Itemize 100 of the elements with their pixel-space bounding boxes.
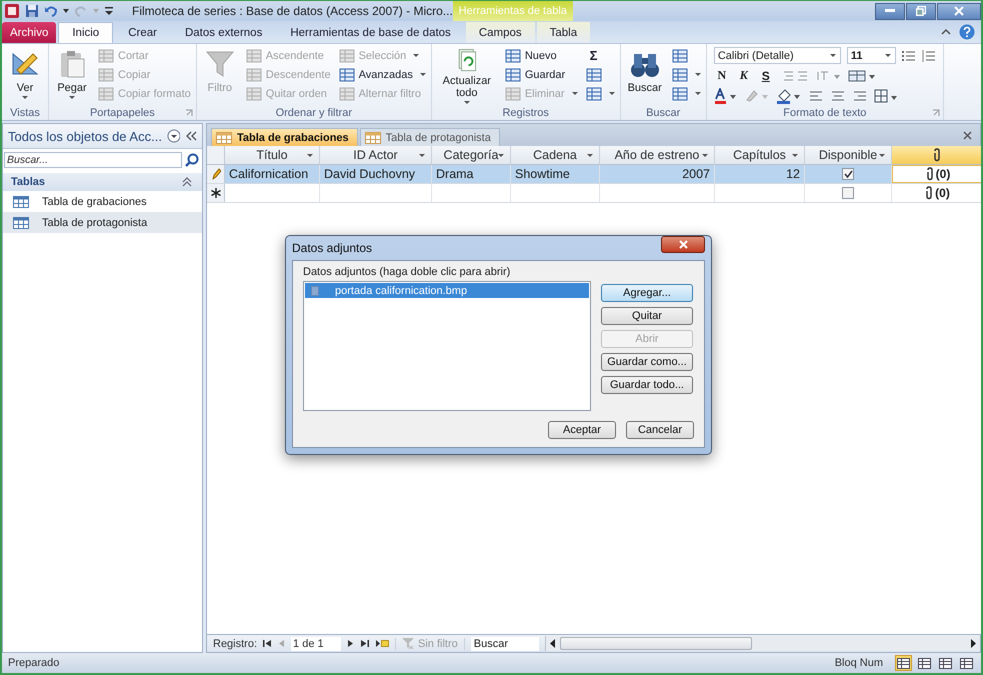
record-selector[interactable] bbox=[207, 184, 225, 202]
scroll-left-icon[interactable] bbox=[550, 639, 556, 648]
ribbon-tab[interactable]: Inicio bbox=[58, 22, 114, 43]
table-row[interactable]: Californication David Duchovny Drama Showtime 2007 12 (0) bbox=[207, 165, 981, 184]
close-button[interactable] bbox=[661, 236, 705, 253]
grid-icon bbox=[98, 48, 114, 62]
minimize-button[interactable] bbox=[875, 2, 905, 20]
collapse-icon[interactable] bbox=[185, 131, 197, 141]
maximize-button[interactable] bbox=[906, 2, 936, 20]
scrollbar-thumb[interactable] bbox=[560, 637, 752, 650]
column-header[interactable]: Año de estreno bbox=[600, 146, 715, 164]
dialog-button[interactable]: Aceptar bbox=[548, 421, 616, 439]
search-field[interactable]: Buscar bbox=[470, 636, 539, 650]
checkbox[interactable] bbox=[842, 168, 854, 180]
help-icon[interactable] bbox=[959, 24, 975, 40]
dialog-button[interactable]: Agregar... bbox=[601, 284, 693, 302]
grid-icon bbox=[504, 86, 521, 100]
record-position-field[interactable]: 1 de 1 bbox=[291, 636, 342, 650]
paperclip-icon bbox=[932, 148, 942, 162]
save-icon[interactable] bbox=[25, 4, 39, 18]
column-header[interactable]: Título bbox=[225, 146, 320, 164]
table-cell: 12 bbox=[786, 167, 800, 181]
borders-icon[interactable] bbox=[874, 88, 898, 102]
section-header[interactable]: Tablas bbox=[3, 173, 202, 191]
double-chevron-up-icon bbox=[182, 177, 192, 187]
dialog-button[interactable]: Cancelar bbox=[626, 421, 694, 439]
ribbon-button[interactable]: Pegar bbox=[52, 47, 92, 105]
ribbon-button[interactable] bbox=[584, 85, 617, 102]
caret-icon bbox=[884, 54, 891, 57]
ribbon-button[interactable]: Avanzadas bbox=[336, 66, 428, 83]
file-list-item[interactable]: portada californication.bmp bbox=[305, 283, 589, 298]
align-icon[interactable] bbox=[808, 90, 868, 102]
grid-icon bbox=[98, 86, 114, 100]
column-header[interactable]: ID Actor bbox=[320, 146, 432, 164]
document-tab[interactable]: Tabla de grabaciones bbox=[211, 128, 358, 146]
view-button[interactable] bbox=[916, 655, 933, 671]
column-header[interactable]: Categoría bbox=[432, 146, 511, 164]
dropdown-circle-icon[interactable] bbox=[166, 129, 180, 143]
text-style-button[interactable]: K bbox=[736, 68, 752, 83]
ribbon-button[interactable]: Nuevo bbox=[502, 47, 580, 64]
close-icon[interactable] bbox=[963, 130, 972, 140]
ribbon-tab[interactable]: Herramientas de base de datos bbox=[277, 22, 464, 43]
last-record-icon[interactable] bbox=[360, 639, 370, 648]
customize-icon[interactable] bbox=[104, 5, 114, 17]
horizontal-scrollbar[interactable] bbox=[544, 636, 980, 651]
ribbon-tab[interactable]: Campos bbox=[466, 22, 535, 43]
text-style-button[interactable]: N bbox=[714, 68, 730, 83]
attachment-count[interactable]: (0) bbox=[936, 167, 950, 181]
dialog-button[interactable]: Guardar todo... bbox=[601, 376, 693, 394]
font-field[interactable]: Calibri (Detalle) bbox=[714, 47, 841, 64]
ribbon-button[interactable]: Buscar bbox=[624, 47, 666, 105]
asterisk-icon bbox=[210, 188, 220, 198]
table-cell: Californication bbox=[229, 167, 308, 181]
numbered-list-icon[interactable] bbox=[922, 50, 936, 62]
ribbon-tab[interactable]: Tabla bbox=[536, 22, 590, 43]
view-button[interactable] bbox=[958, 655, 975, 671]
column-header[interactable]: Capítulos bbox=[715, 146, 805, 164]
caret-icon[interactable] bbox=[63, 9, 69, 13]
ribbon-button[interactable] bbox=[670, 66, 703, 83]
close-button[interactable] bbox=[937, 2, 981, 20]
next-record-icon[interactable] bbox=[347, 639, 354, 648]
chevron-up-icon[interactable] bbox=[941, 28, 951, 36]
ribbon-tab[interactable]: Datos externos bbox=[172, 22, 276, 43]
navigation-item[interactable]: Tabla de protagonista bbox=[3, 212, 202, 233]
new-record-icon[interactable] bbox=[375, 639, 390, 648]
view-button[interactable] bbox=[937, 655, 954, 671]
search-field[interactable]: Buscar... bbox=[4, 152, 182, 168]
item-label: Tabla de grabaciones bbox=[42, 196, 147, 208]
first-record-icon[interactable] bbox=[263, 639, 272, 648]
font-color-icon[interactable] bbox=[714, 88, 738, 104]
view-button[interactable] bbox=[895, 655, 912, 671]
dialog-button[interactable]: Quitar bbox=[601, 307, 693, 325]
text-style-button[interactable]: S bbox=[758, 68, 774, 82]
gridlines-icon[interactable] bbox=[848, 70, 876, 82]
font-size-field[interactable]: 11 bbox=[846, 47, 896, 64]
table-icon bbox=[13, 216, 29, 228]
attachment-count[interactable]: (0) bbox=[935, 186, 950, 200]
ribbon-button[interactable] bbox=[670, 85, 703, 102]
scroll-right-icon[interactable] bbox=[970, 639, 976, 648]
app-logo-icon bbox=[4, 3, 20, 19]
checkbox[interactable] bbox=[842, 187, 854, 199]
dialog-button[interactable]: Guardar como... bbox=[601, 353, 693, 371]
table-row[interactable]: (0) bbox=[207, 184, 981, 203]
group-label: Vistas bbox=[10, 107, 40, 119]
bullet-list-icon[interactable] bbox=[902, 50, 916, 62]
paragraph-icon[interactable] bbox=[816, 70, 842, 82]
ribbon-tab[interactable]: Archivo bbox=[2, 22, 56, 43]
ribbon-button[interactable]: Guardar bbox=[502, 66, 580, 83]
ribbon-button[interactable]: Actualizar todo bbox=[434, 47, 499, 105]
ribbon-button[interactable]: Σ bbox=[584, 47, 617, 64]
ribbon-tab[interactable]: Crear bbox=[115, 22, 170, 43]
document-tab[interactable]: Tabla de protagonista bbox=[360, 128, 500, 146]
view-icon bbox=[897, 658, 910, 668]
column-header[interactable]: Cadena bbox=[511, 146, 600, 164]
navigation-item[interactable]: Tabla de grabaciones bbox=[3, 191, 202, 212]
undo-icon[interactable] bbox=[44, 4, 58, 18]
caret-icon bbox=[702, 154, 708, 157]
fill-color-icon[interactable] bbox=[776, 88, 802, 104]
column-header[interactable] bbox=[892, 146, 981, 164]
ribbon-button[interactable]: Ver bbox=[5, 47, 45, 105]
